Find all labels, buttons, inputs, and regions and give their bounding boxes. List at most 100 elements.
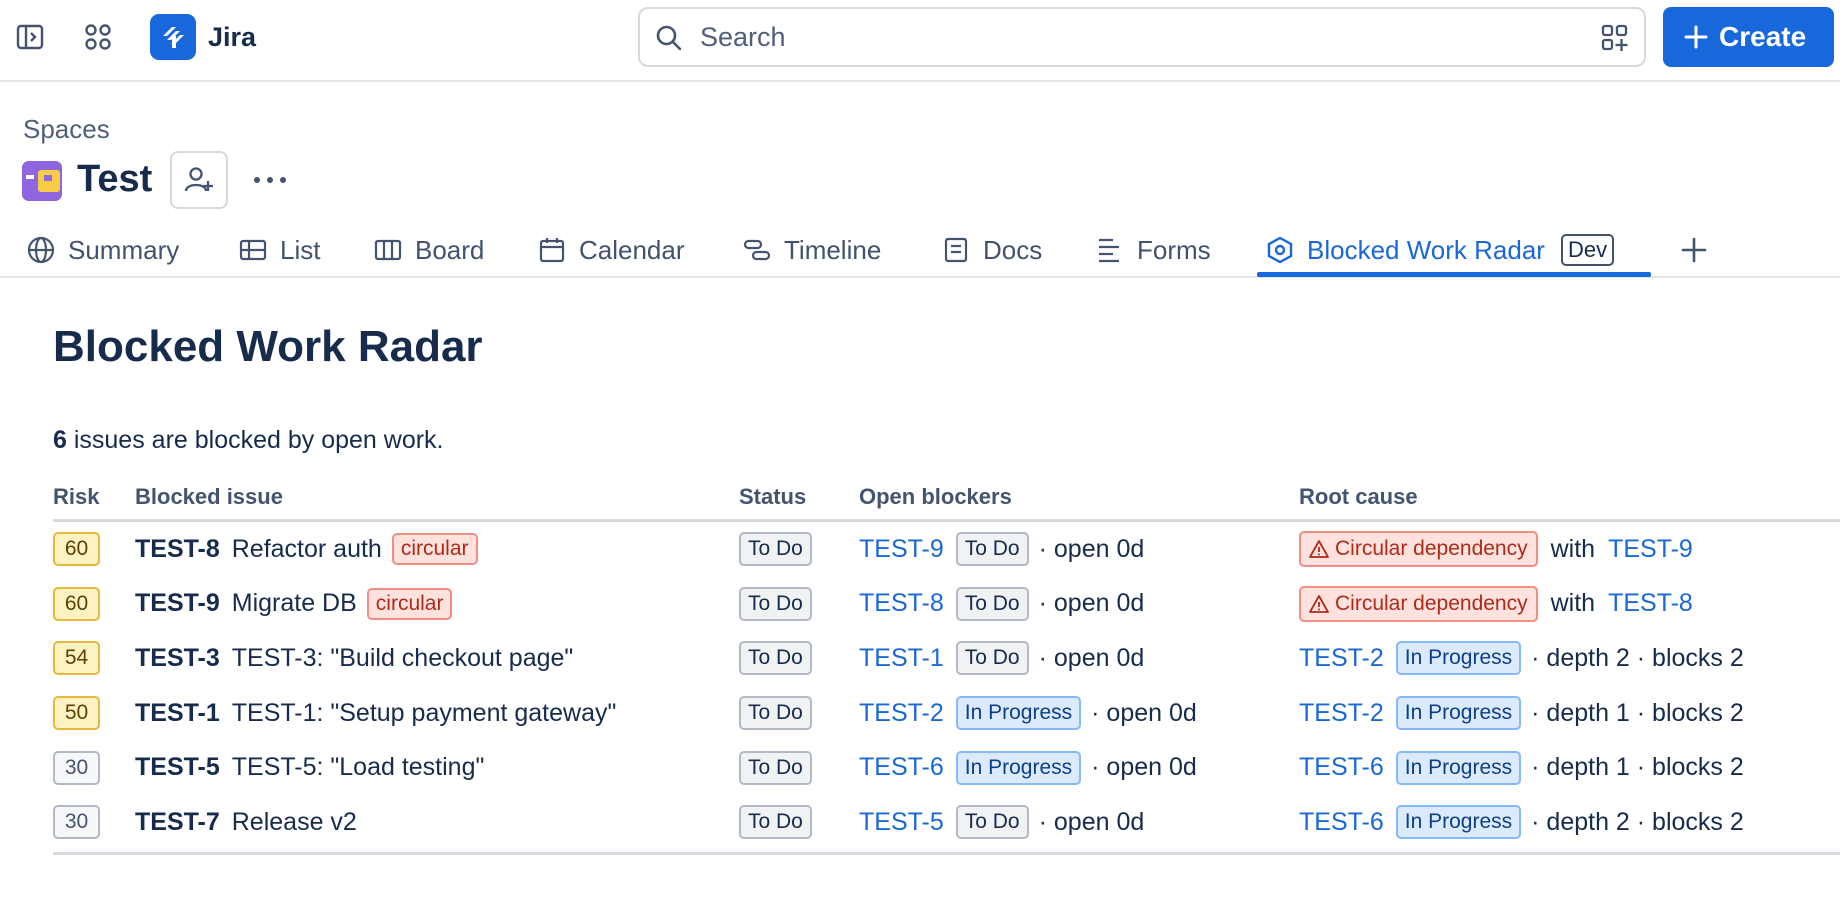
- radar-icon: [1267, 236, 1293, 264]
- blocker-status-lozenge: In Progress: [955, 750, 1082, 785]
- issue-key-link[interactable]: TEST-3: [135, 644, 220, 673]
- tab-summary-label: Summary: [68, 234, 180, 265]
- tab-timeline[interactable]: Timeline: [742, 222, 881, 278]
- tab-board[interactable]: Board: [373, 222, 484, 278]
- risk-score-badge: 54: [53, 641, 100, 676]
- issue-key-link[interactable]: TEST-1: [135, 699, 220, 728]
- blocker-issue-link[interactable]: TEST-9: [859, 535, 944, 564]
- column-header-open-blockers[interactable]: Open blockers: [859, 484, 1012, 510]
- sidebar-toggle-icon: [16, 24, 44, 50]
- blocker-status-lozenge: To Do: [955, 586, 1029, 621]
- risk-score-badge: 30: [53, 750, 100, 785]
- list-icon: [239, 239, 267, 261]
- blocker-issue-link[interactable]: TEST-6: [859, 753, 944, 782]
- tab-docs[interactable]: Docs: [941, 222, 1042, 278]
- root-cause-issue-link[interactable]: TEST-9: [1608, 535, 1693, 564]
- add-people-button[interactable]: [170, 151, 228, 209]
- column-header-root-cause[interactable]: Root cause: [1299, 484, 1418, 510]
- table-header: Risk Blocked issue Status Open blockers …: [53, 478, 1840, 522]
- issue-key-link[interactable]: TEST-5: [135, 753, 220, 782]
- circular-dependency-label: Circular dependency: [1335, 591, 1528, 615]
- status-lozenge[interactable]: To Do: [739, 750, 812, 785]
- circular-dependency-label: Circular dependency: [1335, 537, 1528, 561]
- board-icon: [374, 239, 402, 261]
- issue-key-link[interactable]: TEST-7: [135, 808, 220, 837]
- table-row: 60 TEST-9 Migrate DB circular To Do TEST-8 To …: [53, 577, 1840, 632]
- issue-summary[interactable]: TEST-1: "Setup payment gateway": [232, 699, 617, 728]
- create-button[interactable]: Create: [1663, 7, 1834, 67]
- open-blockers-cell: TEST-8 To Do · open 0d: [859, 577, 1144, 632]
- column-header-blocked-issue[interactable]: Blocked issue: [135, 484, 283, 510]
- status-lozenge[interactable]: To Do: [739, 805, 812, 840]
- tab-list-label: List: [280, 234, 321, 265]
- search-bar[interactable]: [638, 7, 1646, 67]
- search-icon: [656, 25, 682, 51]
- issue-summary[interactable]: TEST-5: "Load testing": [232, 753, 485, 782]
- search-input[interactable]: [700, 19, 1560, 55]
- root-cause-issue-link[interactable]: TEST-8: [1608, 589, 1693, 618]
- status-lozenge[interactable]: To Do: [739, 586, 812, 621]
- jira-logo[interactable]: [150, 14, 196, 60]
- blocker-status-lozenge: To Do: [955, 805, 1029, 840]
- add-tab-button[interactable]: [1672, 228, 1716, 272]
- docs-icon: [944, 237, 968, 263]
- root-cause-issue-link[interactable]: TEST-2: [1299, 644, 1384, 673]
- app-grid-icon: [85, 24, 111, 50]
- app-switcher-button[interactable]: [76, 15, 120, 59]
- risk-cell: 30: [53, 795, 100, 850]
- status-cell: To Do: [739, 740, 812, 795]
- issue-summary[interactable]: TEST-3: "Build checkout page": [232, 644, 574, 673]
- tab-calendar[interactable]: Calendar: [537, 222, 685, 278]
- root-cause-issue-link[interactable]: TEST-6: [1299, 808, 1384, 837]
- column-header-risk[interactable]: Risk: [53, 484, 99, 510]
- issue-summary[interactable]: Release v2: [232, 808, 357, 837]
- circular-dependency-badge: Circular dependency: [1299, 585, 1538, 622]
- status-lozenge[interactable]: To Do: [739, 696, 812, 731]
- plus-icon: [1684, 25, 1708, 49]
- tab-forms[interactable]: Forms: [1095, 222, 1211, 278]
- table-row: 30 TEST-5 TEST-5: "Load testing" To Do TEST-…: [53, 740, 1840, 795]
- issue-summary[interactable]: Refactor auth: [232, 535, 382, 564]
- blocker-issue-link[interactable]: TEST-8: [859, 589, 944, 618]
- tab-summary[interactable]: Summary: [26, 222, 179, 278]
- root-cause-status-lozenge: In Progress: [1395, 750, 1522, 785]
- add-person-icon: [184, 167, 213, 192]
- root-cause-issue-link[interactable]: TEST-6: [1299, 753, 1384, 782]
- status-lozenge[interactable]: To Do: [739, 532, 812, 567]
- root-cause-status-lozenge: In Progress: [1395, 641, 1522, 676]
- open-blockers-cell: TEST-6 In Progress · open 0d: [859, 740, 1197, 795]
- blocker-status-lozenge: To Do: [955, 532, 1029, 567]
- circular-dependency-badge: Circular dependency: [1299, 531, 1538, 568]
- warning-icon: [1309, 594, 1329, 613]
- blocked-issues-table: Risk Blocked issue Status Open blockers …: [53, 478, 1840, 855]
- create-button-label: Create: [1719, 21, 1807, 52]
- space-title: Test: [77, 158, 153, 200]
- blocked-issue-cell: TEST-7 Release v2: [135, 795, 357, 850]
- tab-timeline-label: Timeline: [784, 234, 882, 265]
- issue-summary[interactable]: Migrate DB: [232, 589, 357, 618]
- top-navigation-bar: Jira Create: [0, 0, 1840, 82]
- globe-icon: [27, 236, 55, 264]
- issue-key-link[interactable]: TEST-8: [135, 535, 220, 564]
- sidebar-toggle-button[interactable]: [8, 15, 52, 59]
- more-actions-button[interactable]: [248, 160, 292, 200]
- table-row: 30 TEST-7 Release v2 To Do TEST-5 To Do · open…: [53, 795, 1840, 850]
- blocker-issue-link[interactable]: TEST-1: [859, 644, 944, 673]
- tab-blocked-work-radar[interactable]: Blocked Work Radar Dev: [1265, 222, 1615, 278]
- root-cause-status-lozenge: In Progress: [1395, 805, 1522, 840]
- table-body: 60 TEST-8 Refactor auth circular To Do TEST-9…: [53, 522, 1840, 850]
- breadcrumb[interactable]: Spaces: [23, 114, 110, 145]
- root-cause-cell: TEST-2 In Progress · depth 2 · blocks 2: [1299, 631, 1744, 686]
- blocker-issue-link[interactable]: TEST-5: [859, 808, 944, 837]
- tab-board-label: Board: [415, 234, 485, 265]
- tab-list[interactable]: List: [238, 222, 320, 278]
- status-lozenge[interactable]: To Do: [739, 641, 812, 676]
- table-row: 60 TEST-8 Refactor auth circular To Do TEST-9…: [53, 522, 1840, 577]
- blocker-issue-link[interactable]: TEST-2: [859, 699, 944, 728]
- root-cause-issue-link[interactable]: TEST-2: [1299, 699, 1384, 728]
- dev-badge: Dev: [1560, 234, 1615, 266]
- issue-key-link[interactable]: TEST-9: [135, 589, 220, 618]
- column-header-status[interactable]: Status: [739, 484, 806, 510]
- brand-name[interactable]: Jira: [208, 22, 256, 53]
- ai-search-icon[interactable]: [1600, 23, 1630, 53]
